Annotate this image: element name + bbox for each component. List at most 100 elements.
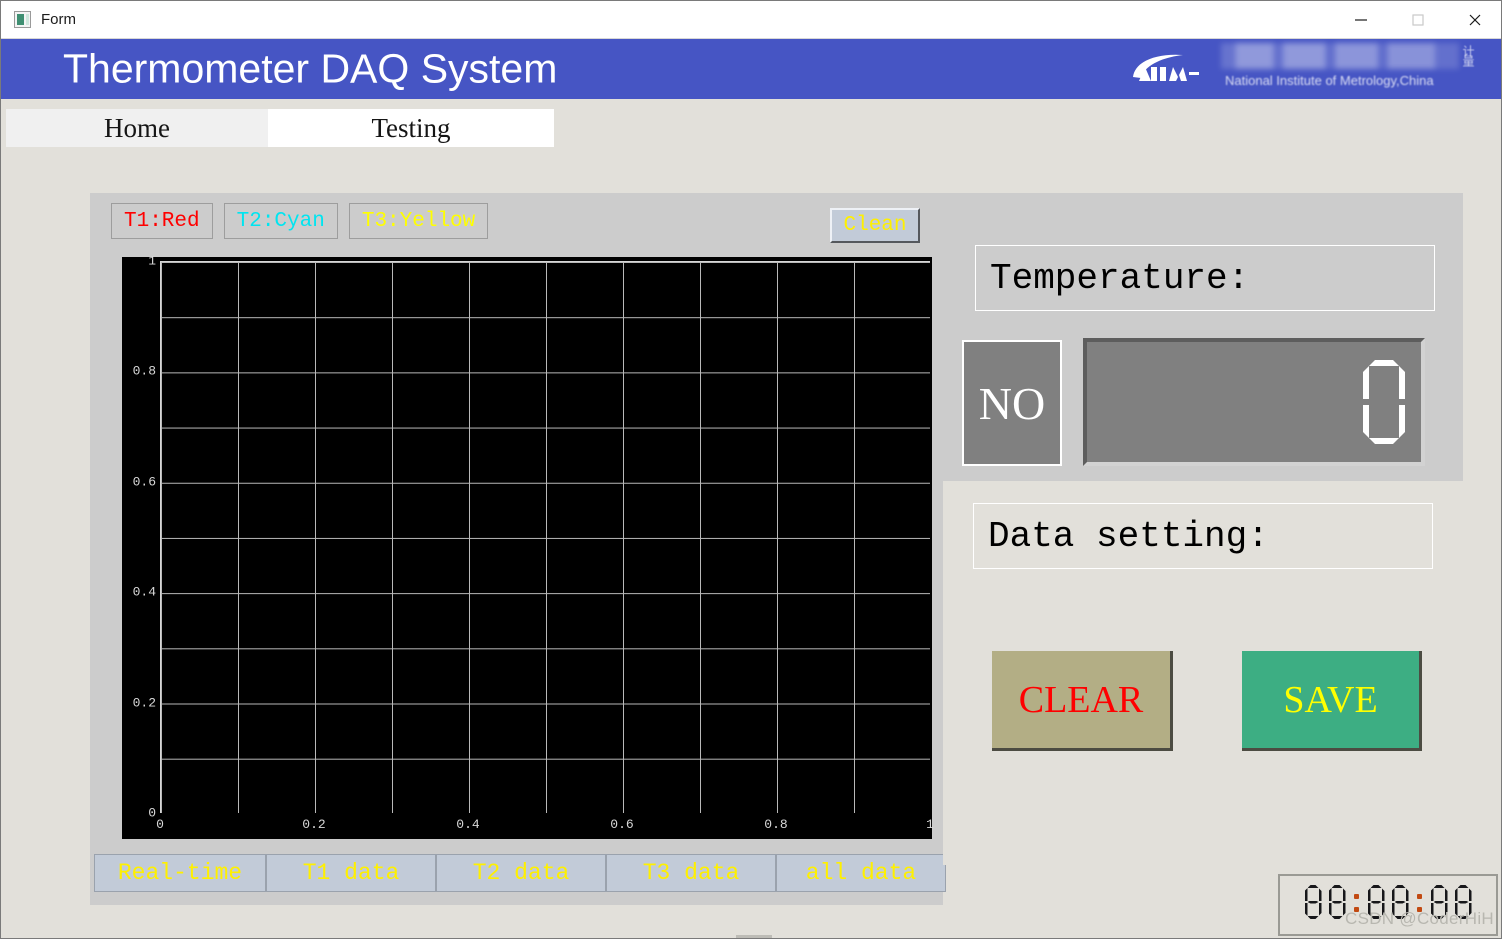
chart-tab-t1-label: T1 data [302, 860, 400, 886]
clock-digit [1430, 885, 1448, 919]
title-bar: Form [1, 1, 1501, 39]
nim-logo-subtitle: National Institute of Metrology,China [1225, 73, 1434, 88]
channel-number-box: NO [962, 340, 1062, 466]
segment-d [1395, 916, 1406, 919]
chart-tab-t3[interactable]: T3 data [606, 854, 776, 892]
segment-c [1445, 903, 1448, 916]
segment-e [1305, 903, 1308, 916]
legend-item-t3-label: T3:Yellow [361, 209, 476, 233]
segment-a [1395, 885, 1406, 888]
temperature-label: Temperature: [975, 245, 1435, 311]
segment-f [1304, 888, 1308, 901]
temperature-display [1083, 338, 1425, 466]
segment-f [1430, 888, 1434, 901]
clock-colon [1416, 885, 1424, 919]
segment-a [1369, 360, 1399, 366]
maximize-icon[interactable] [1389, 1, 1446, 39]
clock-display [1278, 874, 1498, 936]
segment-f [1328, 888, 1332, 901]
segment-e [1455, 903, 1458, 916]
tab-testing[interactable]: Testing [268, 109, 554, 147]
segment-e [1363, 405, 1369, 438]
chart-tab-t2[interactable]: T2 data [436, 854, 606, 892]
segment-g [1332, 901, 1343, 904]
x-tick: 0.4 [456, 817, 480, 832]
segment-b [1399, 366, 1405, 399]
x-tick: 0.2 [302, 817, 326, 832]
clock-digit [1304, 885, 1322, 919]
clock-digit [1454, 885, 1472, 919]
form-icon [14, 11, 31, 28]
legend-item-t1-label: T1:Red [124, 209, 200, 233]
segment-d [1458, 916, 1469, 919]
segment-c [1319, 903, 1322, 916]
segment-a [1434, 885, 1445, 888]
segment-g [1458, 901, 1469, 904]
segment-g [1369, 399, 1399, 405]
x-tick: 0 [156, 817, 164, 832]
segment-e [1431, 903, 1434, 916]
close-icon[interactable] [1446, 1, 1501, 39]
y-tick: 0.4 [132, 584, 156, 600]
segment-g [1371, 901, 1382, 904]
chart-tab-t1[interactable]: T1 data [266, 854, 436, 892]
y-tick: 1 [148, 253, 156, 269]
plot-canvas[interactable]: 0 0.2 0.4 0.6 0.8 1 0 0.2 0.4 0.6 0.8 1 [122, 253, 934, 839]
segment-b [1342, 888, 1346, 901]
application-window: Form Thermometer DAQ System National Ins… [0, 0, 1502, 939]
segment-d [1371, 916, 1382, 919]
y-tick: 0 [148, 805, 156, 821]
legend-item-t2[interactable]: T2:Cyan [223, 203, 338, 239]
segment-c [1406, 903, 1409, 916]
x-axis-ticks: 0 0.2 0.4 0.6 0.8 1 [156, 817, 934, 837]
nim-logo-redacted-text [1221, 43, 1459, 69]
segment-e [1329, 903, 1332, 916]
minimize-icon[interactable] [1332, 1, 1389, 39]
clock-digits [1304, 885, 1472, 919]
chart-tab-all-label: all data [805, 860, 917, 886]
segment-a [1458, 885, 1469, 888]
clock-digit [1328, 885, 1346, 919]
clock-digit [1391, 885, 1409, 919]
segment-d [1332, 916, 1343, 919]
tab-home[interactable]: Home [6, 109, 268, 147]
window-title: Form [41, 11, 76, 28]
chart-tab-realtime-label: Real-time [117, 860, 243, 886]
clear-button[interactable]: CLEAR [992, 651, 1173, 751]
clean-button[interactable]: Clean [830, 208, 920, 243]
seven-segment-digit [1363, 360, 1405, 444]
segment-g [1308, 901, 1319, 904]
legend-item-t2-label: T2:Cyan [236, 209, 325, 233]
clean-button-label: Clean [843, 214, 907, 237]
plot-grid [160, 261, 930, 813]
chart-tab-all[interactable]: all data [776, 854, 946, 892]
chart-panel: T1:Red T2:Cyan T3:Yellow Clean 0 0.2 0.4… [90, 193, 946, 905]
nim-logo: National Institute of Metrology,China 计量 [1121, 39, 1481, 99]
segment-f [1367, 888, 1371, 901]
channel-number-label: NO [978, 377, 1046, 429]
x-tick: 1 [926, 817, 934, 832]
chart-view-tabs: Real-time T1 data T2 data T3 data all da… [94, 854, 946, 892]
segment-c [1382, 903, 1385, 916]
clock-colon [1353, 885, 1361, 919]
tab-home-label: Home [104, 112, 170, 143]
chart-legend: T1:Red T2:Cyan T3:Yellow [111, 203, 489, 239]
save-button[interactable]: SAVE [1242, 651, 1422, 751]
segment-f [1454, 888, 1458, 901]
x-tick: 0.8 [764, 817, 788, 832]
tab-testing-label: Testing [371, 112, 451, 143]
y-tick: 0.2 [132, 695, 156, 711]
page-title: Thermometer DAQ System [63, 45, 558, 92]
segment-a [1308, 885, 1319, 888]
segment-d [1434, 916, 1445, 919]
y-tick: 0.6 [132, 474, 156, 490]
app-header: Thermometer DAQ System National Institut… [1, 39, 1501, 99]
clear-button-label: CLEAR [1018, 678, 1144, 721]
y-tick: 0.8 [132, 363, 156, 379]
segment-b [1468, 888, 1472, 901]
legend-item-t1[interactable]: T1:Red [111, 203, 213, 239]
segment-d [1369, 438, 1399, 444]
legend-item-t3[interactable]: T3:Yellow [348, 203, 489, 239]
chart-tab-t3-label: T3 data [642, 860, 740, 886]
chart-tab-realtime[interactable]: Real-time [94, 854, 266, 892]
